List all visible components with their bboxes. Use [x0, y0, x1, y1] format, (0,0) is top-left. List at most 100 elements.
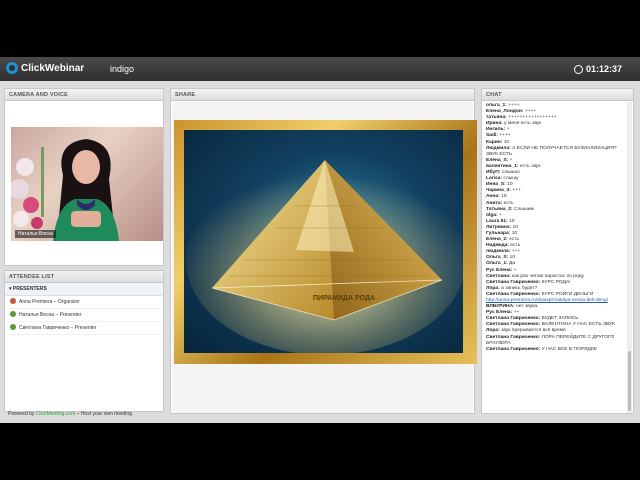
- chat-message-text: есть: [510, 243, 521, 249]
- chat-message-text: 10: [501, 194, 507, 200]
- chat-message-user: Анита:: [486, 200, 503, 206]
- chat-messages[interactable]: ольга_1: ++++ Елена_Лондон: ++++ татьяна: …: [483, 102, 628, 413]
- chat-message-text: У НАС ВСЕ В ПОРЯДКЕ: [541, 346, 597, 352]
- chat-message-user: татьяна:: [486, 115, 507, 121]
- session-timer: 01:12:37: [573, 64, 622, 74]
- chat-message-text: +++: [511, 249, 521, 255]
- chat-message-text: 10: [511, 230, 518, 236]
- chat-message-user: Larisa:: [486, 176, 503, 182]
- chat-message-user: Ольга_1:: [486, 261, 508, 267]
- logo-text: ClickWebinar: [21, 62, 85, 74]
- chat-message-text: есть: [509, 237, 520, 243]
- chat-message-user: ольга_1:: [486, 103, 507, 108]
- chat-message-user: Елена_Лондон:: [486, 109, 524, 115]
- presenters-group-label: PRESENTERS: [12, 286, 47, 292]
- footer-suffix: – Host your own meeting: [76, 411, 132, 417]
- footer-brand-link[interactable]: ClickMeeting.com: [36, 411, 75, 417]
- chat-message-text: как раз читаю парастас по роду: [511, 273, 584, 279]
- presenters-group[interactable]: ▾ PRESENTERS: [5, 283, 163, 296]
- chat-message-user: ВЛБУРИНА:: [486, 304, 515, 310]
- logo: ClickWebinar: [6, 62, 84, 74]
- footer-prefix: Powered by: [8, 411, 35, 417]
- chat-message-text: 10: [503, 139, 510, 145]
- chat-message-text: есть: [503, 200, 514, 206]
- chat-message-user: Анна:: [486, 194, 500, 200]
- chat-message-text: +++++++++++++++++: [508, 115, 557, 121]
- chat-message-text: +: [509, 157, 513, 163]
- chat-message-user: Светлана Гавриченко:: [486, 279, 541, 285]
- chat-message-text: +: [499, 212, 502, 218]
- chat-message-text: ++: [513, 310, 520, 316]
- chat-message-text: +: [513, 267, 517, 273]
- chat-panel: CHAT ольга_1: ++++ Елена_Лондон: ++++ тать…: [481, 88, 634, 414]
- chat-message-user: Лора:: [486, 328, 500, 334]
- chat-message-user: Светлана:: [486, 273, 511, 279]
- chat-message-text: ++++: [499, 133, 511, 139]
- chat-message-user: Татьяна_2:: [486, 206, 513, 212]
- attendee-row[interactable]: Anna Premiera – Organizer: [5, 296, 163, 309]
- chat-message-user: Надежда:: [486, 243, 509, 249]
- chat-message: Людмила: А ЕСЛИ НЕ ПОЛУЧАЕТСЯ БУЗИАЛИЗАЦ…: [486, 146, 625, 158]
- chat-message-user: Ирина:: [486, 121, 503, 127]
- camera-name-label: Наталья Вясна: [15, 230, 56, 238]
- chat-message-text: ++++: [524, 109, 537, 115]
- chat-scrollbar[interactable]: [627, 102, 632, 413]
- chat-message-text: у меня есть звук: [504, 121, 542, 127]
- chat-message-text: 10: [509, 218, 515, 224]
- chat-message-text: звук прерывается всё время: [501, 328, 566, 334]
- attendee-row[interactable]: Наталья Весна – Presenter: [5, 309, 163, 322]
- chat-message-text: БУДЕТ ЗАПИСЬ: [541, 316, 579, 322]
- chat-message-user: Карин:: [486, 139, 503, 145]
- camera-panel: CAMERA AND VOICE Наталья Вясна: [4, 88, 164, 266]
- timer-value: 01:12:37: [585, 64, 622, 74]
- attendee-row[interactable]: Светлана Гавриченко – Presenter: [5, 322, 163, 335]
- share-panel: SHARE ПИРАМИДА РОДА: [170, 88, 477, 414]
- chat-message-user: Елена_2:: [486, 237, 508, 243]
- room-name: indigo: [110, 64, 135, 74]
- chat-message-text: КУРС РОДА!: [541, 279, 571, 285]
- chat-message-link[interactable]: http://anna-premiera.ru/doiaspr/natalya-…: [486, 298, 608, 303]
- chat-message-user: людмила:: [486, 249, 511, 255]
- chat-message-text: ++++: [508, 103, 520, 108]
- user-icon: [10, 298, 16, 304]
- shared-slide: ПИРАМИДА РОДА: [174, 120, 477, 364]
- webinar-app: ClickWebinar indigo 01:12:37 CAMERA AND …: [0, 57, 640, 423]
- chat-message-user: Рус Елена:: [486, 310, 513, 316]
- chat-message-text: 10: [512, 224, 518, 230]
- chat-message-user: Ингиль:: [486, 127, 506, 133]
- camera-panel-title: CAMERA AND VOICE: [5, 89, 163, 101]
- pyramid-image: ПИРАМИДА РОДА: [186, 160, 463, 353]
- pyramid-label: ПИРАМИДА РОДА: [313, 295, 375, 302]
- chat-panel-title: CHAT: [482, 89, 633, 101]
- top-bar: ClickWebinar indigo 01:12:37: [0, 57, 640, 81]
- share-panel-title: SHARE: [171, 89, 474, 101]
- chat-message-user: Лора:: [486, 285, 500, 291]
- chat-message-user: Гульнара:: [486, 230, 511, 236]
- chat-message-text: слышно: [501, 170, 520, 176]
- attendee-panel-title: ATTENDEE LIST: [5, 271, 163, 283]
- slide-background: ПИРАМИДА РОДА: [184, 130, 463, 353]
- chat-message-user: Sadi:: [486, 133, 498, 139]
- chat-message-text: нет звука.: [516, 304, 539, 310]
- chat-message-text: 10: [507, 182, 513, 188]
- chat-message-text: КУРС РОЙГИ ДЕНЬГИ: [541, 291, 594, 297]
- user-icon: [10, 324, 16, 330]
- chat-message-user: Елена_S:: [486, 157, 509, 163]
- scroll-thumb[interactable]: [628, 351, 631, 411]
- user-icon: [10, 311, 16, 317]
- chat-message-text: +++: [512, 188, 521, 194]
- chat-message-text: Да: [509, 261, 516, 267]
- chat-message: Светлана Гавриченко: ЛОРА ПЕРЕЙДИТЕ С ДР…: [486, 335, 625, 347]
- camera-video[interactable]: Наталья Вясна: [11, 127, 163, 241]
- chat-message-user: Светлана Гавриченко:: [486, 291, 541, 297]
- chat-message-user: ИбуП:: [486, 170, 501, 176]
- chat-message-text: слышу: [503, 176, 519, 182]
- chat-message-user: Литрвина:: [486, 224, 512, 230]
- chat-message-user: Светлана Гавриченко:: [486, 334, 541, 340]
- chat-message-user: Рус Елена:: [486, 267, 513, 273]
- chat-message-user: Людмила:: [486, 145, 511, 151]
- attendee-name: Светлана Гавриченко – Presenter: [19, 325, 97, 331]
- chat-message-text: Слышим: [513, 206, 534, 212]
- chat-message-user: Laura 51:: [486, 218, 508, 224]
- attendee-name: Наталья Весна – Presenter: [19, 312, 82, 318]
